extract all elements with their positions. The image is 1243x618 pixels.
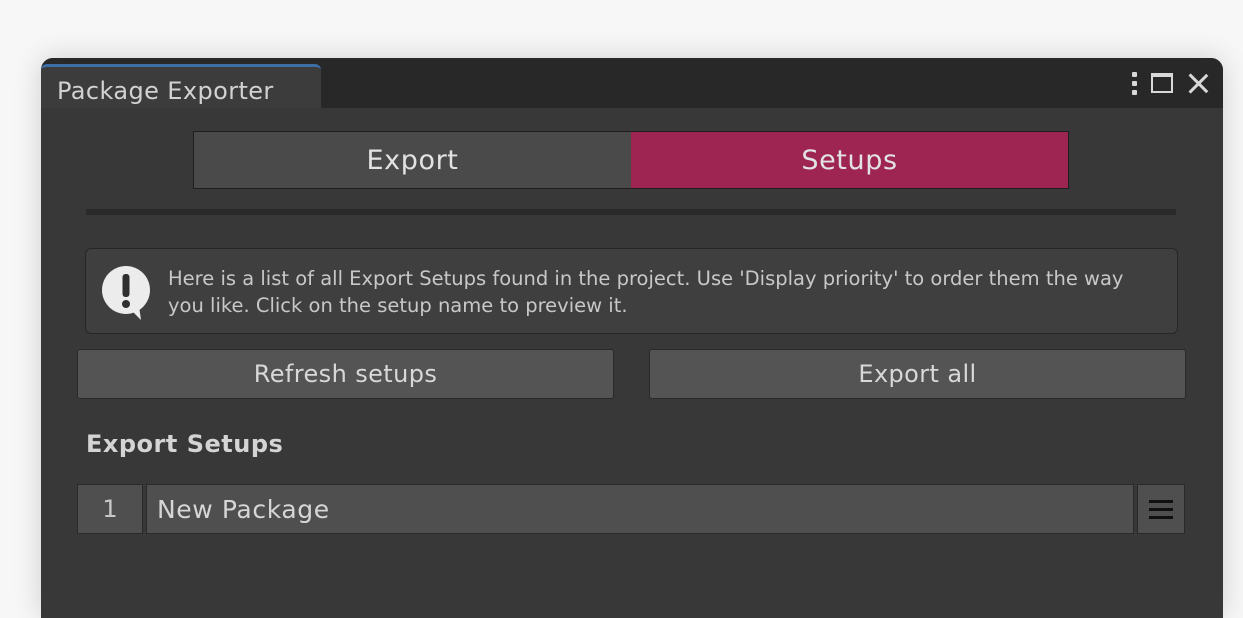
setup-priority-field[interactable]: 1 [77, 484, 143, 534]
window-controls [1131, 70, 1209, 96]
setup-name-button[interactable]: New Package [146, 484, 1134, 534]
section-title: Export Setups [86, 430, 284, 458]
hamburger-menu-icon[interactable] [1137, 484, 1185, 534]
exclamation-speech-bubble-icon [102, 266, 150, 320]
help-text: Here is a list of all Export Setups foun… [168, 267, 1124, 317]
maximize-icon[interactable] [1151, 73, 1173, 93]
export-all-button[interactable]: Export all [649, 349, 1186, 399]
separator [86, 209, 1176, 215]
window-tab[interactable]: Package Exporter [41, 64, 321, 108]
package-exporter-window: Package Exporter Export Setups Here is a… [41, 58, 1223, 618]
window-title: Package Exporter [57, 77, 274, 105]
refresh-setups-button[interactable]: Refresh setups [77, 349, 614, 399]
kebab-menu-icon[interactable] [1131, 71, 1137, 95]
export-mode-button[interactable]: Export [194, 132, 631, 188]
close-icon[interactable] [1187, 72, 1209, 94]
help-box: Here is a list of all Export Setups foun… [85, 248, 1178, 334]
mode-toggle: Export Setups [193, 131, 1069, 189]
setup-row: 1 New Package [77, 484, 1185, 534]
setups-mode-button[interactable]: Setups [631, 132, 1068, 188]
title-bar: Package Exporter [41, 58, 1223, 108]
